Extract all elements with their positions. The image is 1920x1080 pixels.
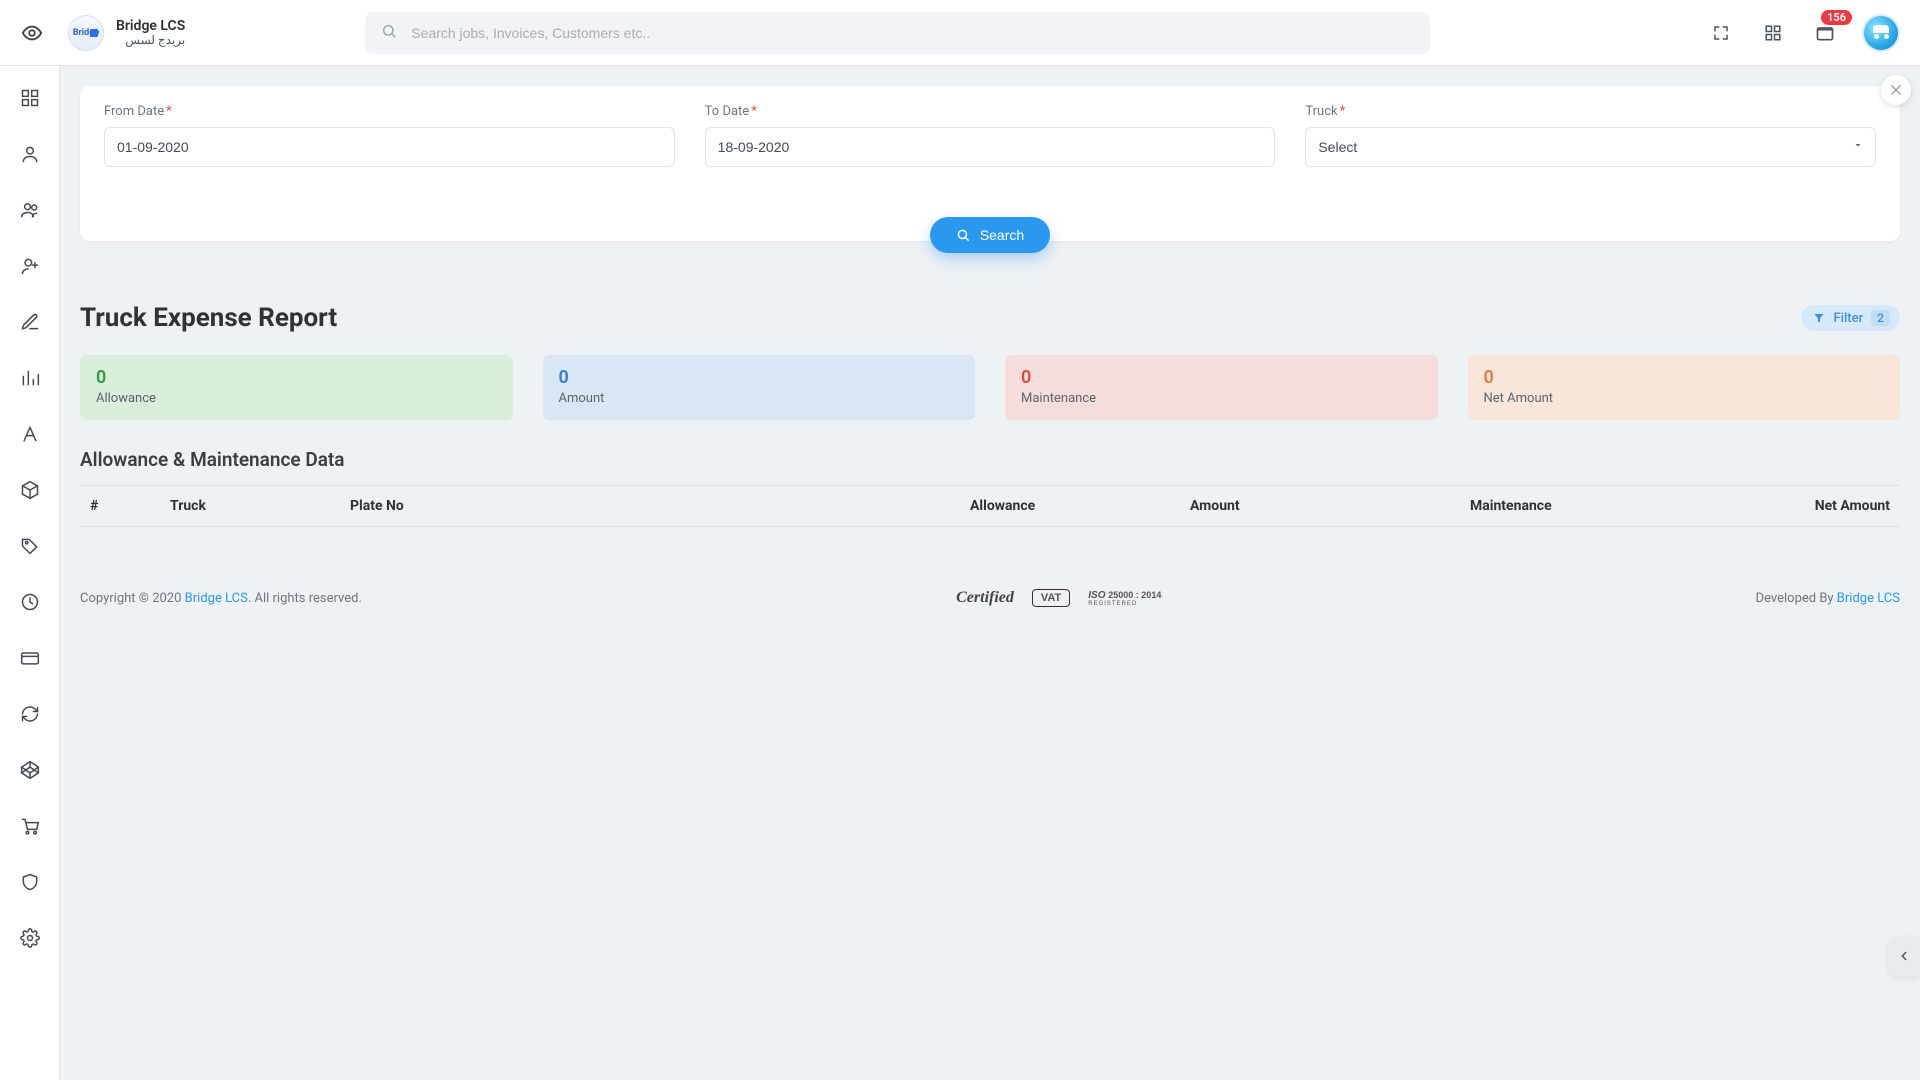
col-net: Net Amount xyxy=(1740,486,1900,527)
sidebar-dashboard-icon[interactable] xyxy=(12,84,48,112)
footer-brand-link[interactable]: Bridge LCS xyxy=(185,591,248,606)
footer-developed: Developed By Bridge LCS xyxy=(1756,591,1900,606)
filter-pill[interactable]: Filter 2 xyxy=(1801,305,1900,331)
col-index: # xyxy=(80,486,160,527)
filter-pill-label: Filter xyxy=(1833,311,1863,326)
close-filter-button[interactable] xyxy=(1881,75,1911,105)
stat-net-value: 0 xyxy=(1484,369,1885,387)
iso-badge: ISO 25000 : 2014 REGISTERED xyxy=(1088,590,1161,607)
stat-row: 0 Allowance 0 Amount 0 Maintenance 0 Net… xyxy=(80,355,1900,420)
sidebar-user-icon[interactable] xyxy=(12,140,48,168)
sidebar-package-icon[interactable] xyxy=(12,476,48,504)
search-icon xyxy=(956,228,970,242)
sidebar-shield-icon[interactable] xyxy=(12,868,48,896)
col-amount: Amount xyxy=(1180,486,1460,527)
truck-field: Truck* xyxy=(1305,104,1876,167)
search-icon xyxy=(381,23,397,43)
to-date-label: To Date* xyxy=(705,104,1276,119)
section-title: Allowance & Maintenance Data xyxy=(80,448,1900,471)
filter-card: From Date* To Date* Truck* xyxy=(80,86,1900,241)
brand-text: Bridge LCS بريدج لسس xyxy=(116,18,185,48)
search-button-label: Search xyxy=(980,227,1024,243)
global-search xyxy=(365,12,1430,54)
sidebar-cart-icon[interactable] xyxy=(12,812,48,840)
footer-certifications: Certified VAT ISO 25000 : 2014 REGISTERE… xyxy=(956,589,1161,607)
col-allowance: Allowance xyxy=(960,486,1180,527)
sidebar-user-plus-icon[interactable] xyxy=(12,252,48,280)
page-title: Truck Expense Report xyxy=(80,303,337,333)
sidebar-card-icon[interactable] xyxy=(12,644,48,672)
footer-dev-link[interactable]: Bridge LCS xyxy=(1837,591,1900,606)
sidebar-users-icon[interactable] xyxy=(12,196,48,224)
topbar: Bridge Bridge LCS بريدج لسس 156 xyxy=(0,0,1920,66)
data-table: # Truck Plate No Allowance Amount Mainte… xyxy=(80,485,1900,527)
brand[interactable]: Bridge Bridge LCS بريدج لسس xyxy=(68,15,185,51)
col-truck: Truck xyxy=(160,486,340,527)
col-maintenance: Maintenance xyxy=(1460,486,1740,527)
global-search-input[interactable] xyxy=(365,12,1430,54)
sidebar-sync-icon[interactable] xyxy=(12,700,48,728)
apps-grid-icon[interactable] xyxy=(1760,20,1786,46)
sidebar-tag-icon[interactable] xyxy=(12,532,48,560)
stat-net-label: Net Amount xyxy=(1484,391,1885,406)
col-plate: Plate No xyxy=(340,486,960,527)
truck-label: Truck* xyxy=(1305,104,1876,119)
visibility-toggle-icon[interactable] xyxy=(14,15,50,51)
stat-allowance-value: 0 xyxy=(96,369,497,387)
to-date-input[interactable] xyxy=(705,127,1276,167)
stat-amount: 0 Amount xyxy=(543,355,976,420)
vat-badge: VAT xyxy=(1032,589,1070,607)
filter-icon xyxy=(1813,312,1825,324)
from-date-label: From Date* xyxy=(104,104,675,119)
brand-subtitle: بريدج لسس xyxy=(116,34,185,48)
from-date-input[interactable] xyxy=(104,127,675,167)
certified-badge: Certified xyxy=(956,589,1014,607)
stat-allowance-label: Allowance xyxy=(96,391,497,406)
from-date-field: From Date* xyxy=(104,104,675,167)
stat-net: 0 Net Amount xyxy=(1468,355,1901,420)
sidebar-clock-icon[interactable] xyxy=(12,588,48,616)
chevron-left-icon xyxy=(1897,949,1911,963)
stat-amount-value: 0 xyxy=(559,369,960,387)
truck-select[interactable] xyxy=(1305,127,1876,167)
sidebar-settings-icon[interactable] xyxy=(12,924,48,952)
stat-maintenance-label: Maintenance xyxy=(1021,391,1422,406)
footer: Copyright © 2020 Bridge LCS. All rights … xyxy=(60,575,1920,631)
filter-pill-count: 2 xyxy=(1871,310,1890,326)
sidebar-reports-icon[interactable] xyxy=(12,364,48,392)
avatar[interactable] xyxy=(1864,16,1898,50)
sidebar-font-icon[interactable] xyxy=(12,420,48,448)
sidebar-edit-icon[interactable] xyxy=(12,308,48,336)
brand-title: Bridge LCS xyxy=(116,18,185,34)
stat-allowance: 0 Allowance xyxy=(80,355,513,420)
footer-copyright: Copyright © 2020 Bridge LCS. All rights … xyxy=(80,591,362,606)
fullscreen-icon[interactable] xyxy=(1708,20,1734,46)
sidebar-codepen-icon[interactable] xyxy=(12,756,48,784)
top-actions: 156 xyxy=(1708,16,1898,50)
sidebar xyxy=(0,66,60,1080)
notification-badge: 156 xyxy=(1821,10,1852,25)
right-panel-toggle[interactable] xyxy=(1888,936,1920,976)
search-button[interactable]: Search xyxy=(930,217,1050,253)
main: From Date* To Date* Truck* xyxy=(60,66,1920,1080)
to-date-field: To Date* xyxy=(705,104,1276,167)
stat-amount-label: Amount xyxy=(559,391,960,406)
stat-maintenance-value: 0 xyxy=(1021,369,1422,387)
stat-maintenance: 0 Maintenance xyxy=(1005,355,1438,420)
brand-logo-icon: Bridge xyxy=(68,15,104,51)
notifications-icon[interactable]: 156 xyxy=(1812,20,1838,46)
